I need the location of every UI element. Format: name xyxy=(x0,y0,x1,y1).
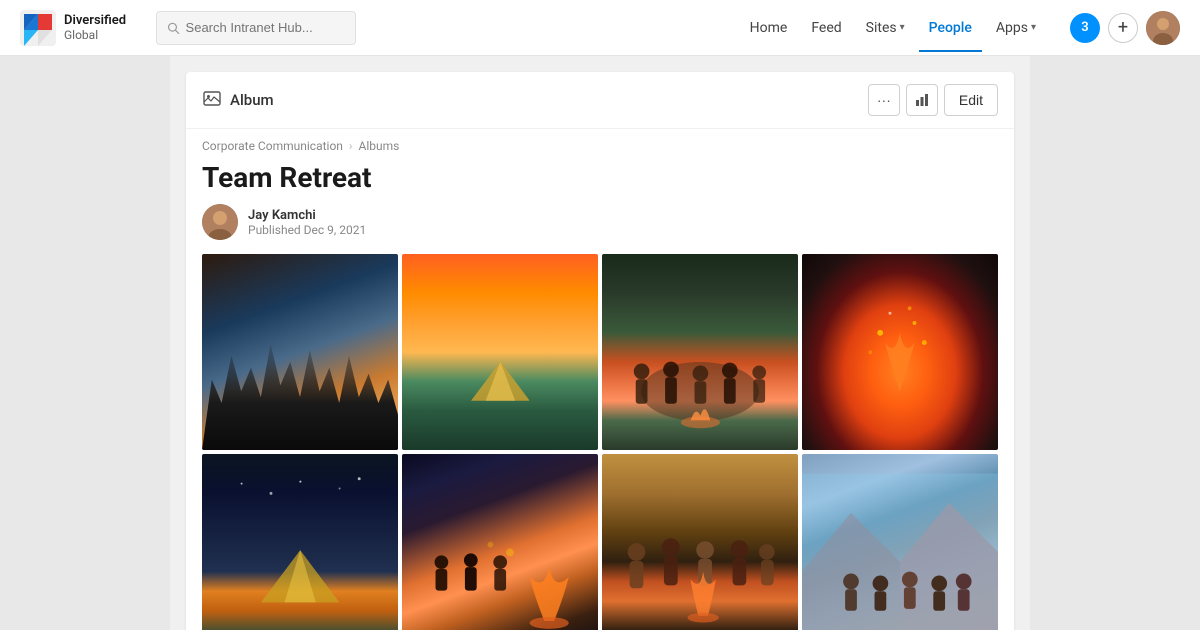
photo-image-2 xyxy=(402,254,598,450)
photo-cell-6[interactable] xyxy=(402,454,598,630)
chart-icon xyxy=(915,93,929,107)
author-area: Jay Kamchi Published Dec 9, 2021 xyxy=(186,204,1014,254)
content-area: Album ··· Edit xyxy=(170,56,1030,630)
photo-grid xyxy=(186,254,1014,630)
nav-sites[interactable]: Sites ▾ xyxy=(856,16,915,40)
add-button[interactable]: + xyxy=(1108,13,1138,43)
card-actions: ··· Edit xyxy=(868,84,998,116)
search-icon xyxy=(167,21,180,35)
search-bar[interactable] xyxy=(156,11,356,45)
photo-image-4 xyxy=(802,254,998,450)
album-icon xyxy=(202,88,222,113)
apps-chevron-icon: ▾ xyxy=(1031,22,1036,33)
user-avatar[interactable] xyxy=(1146,11,1180,45)
nav-people[interactable]: People xyxy=(919,16,982,40)
card-title: Album xyxy=(230,91,274,109)
photo-cell-3[interactable] xyxy=(602,254,798,450)
photo-cell-4[interactable] xyxy=(802,254,998,450)
photo-cell-5[interactable] xyxy=(202,454,398,630)
sidebar-left xyxy=(0,56,170,630)
photo-image-6 xyxy=(402,454,598,630)
page-title: Team Retreat xyxy=(186,157,1014,204)
author-name: Jay Kamchi xyxy=(248,208,366,223)
card-header: Album ··· Edit xyxy=(186,72,1014,129)
photo-image-1 xyxy=(202,254,398,450)
photo-cell-2[interactable] xyxy=(402,254,598,450)
edit-button[interactable]: Edit xyxy=(944,84,998,116)
photo-image-3 xyxy=(602,254,798,450)
nav-feed[interactable]: Feed xyxy=(801,16,851,40)
card-title-area: Album xyxy=(202,88,274,113)
more-options-button[interactable]: ··· xyxy=(868,84,900,116)
breadcrumb: Corporate Communication › Albums xyxy=(186,129,1014,157)
nav-apps[interactable]: Apps ▾ xyxy=(986,16,1046,40)
logo-area[interactable]: Diversified Global xyxy=(20,10,140,46)
logo-icon xyxy=(20,10,56,46)
app-header: Diversified Global Home Feed Sites ▾ Peo… xyxy=(0,0,1200,56)
sidebar-right xyxy=(1030,56,1200,630)
publish-date: Published Dec 9, 2021 xyxy=(248,223,366,237)
nav-home[interactable]: Home xyxy=(740,16,798,40)
photo-image-5 xyxy=(202,454,398,630)
photo-cell-7[interactable] xyxy=(602,454,798,630)
photo-image-8 xyxy=(802,454,998,630)
search-input[interactable] xyxy=(186,20,345,35)
header-actions: 3 + xyxy=(1070,11,1180,45)
photo-cell-8[interactable] xyxy=(802,454,998,630)
sites-chevron-icon: ▾ xyxy=(900,22,905,33)
notification-badge[interactable]: 3 xyxy=(1070,13,1100,43)
author-info: Jay Kamchi Published Dec 9, 2021 xyxy=(248,208,366,237)
breadcrumb-separator: › xyxy=(349,139,353,153)
page-body: Album ··· Edit xyxy=(0,56,1200,630)
photo-image-7 xyxy=(602,454,798,630)
main-nav: Home Feed Sites ▾ People Apps ▾ xyxy=(740,16,1046,40)
photo-cell-1[interactable] xyxy=(202,254,398,450)
author-avatar xyxy=(202,204,238,240)
album-card: Album ··· Edit xyxy=(186,72,1014,630)
analytics-button[interactable] xyxy=(906,84,938,116)
logo-text: Diversified Global xyxy=(64,13,126,43)
